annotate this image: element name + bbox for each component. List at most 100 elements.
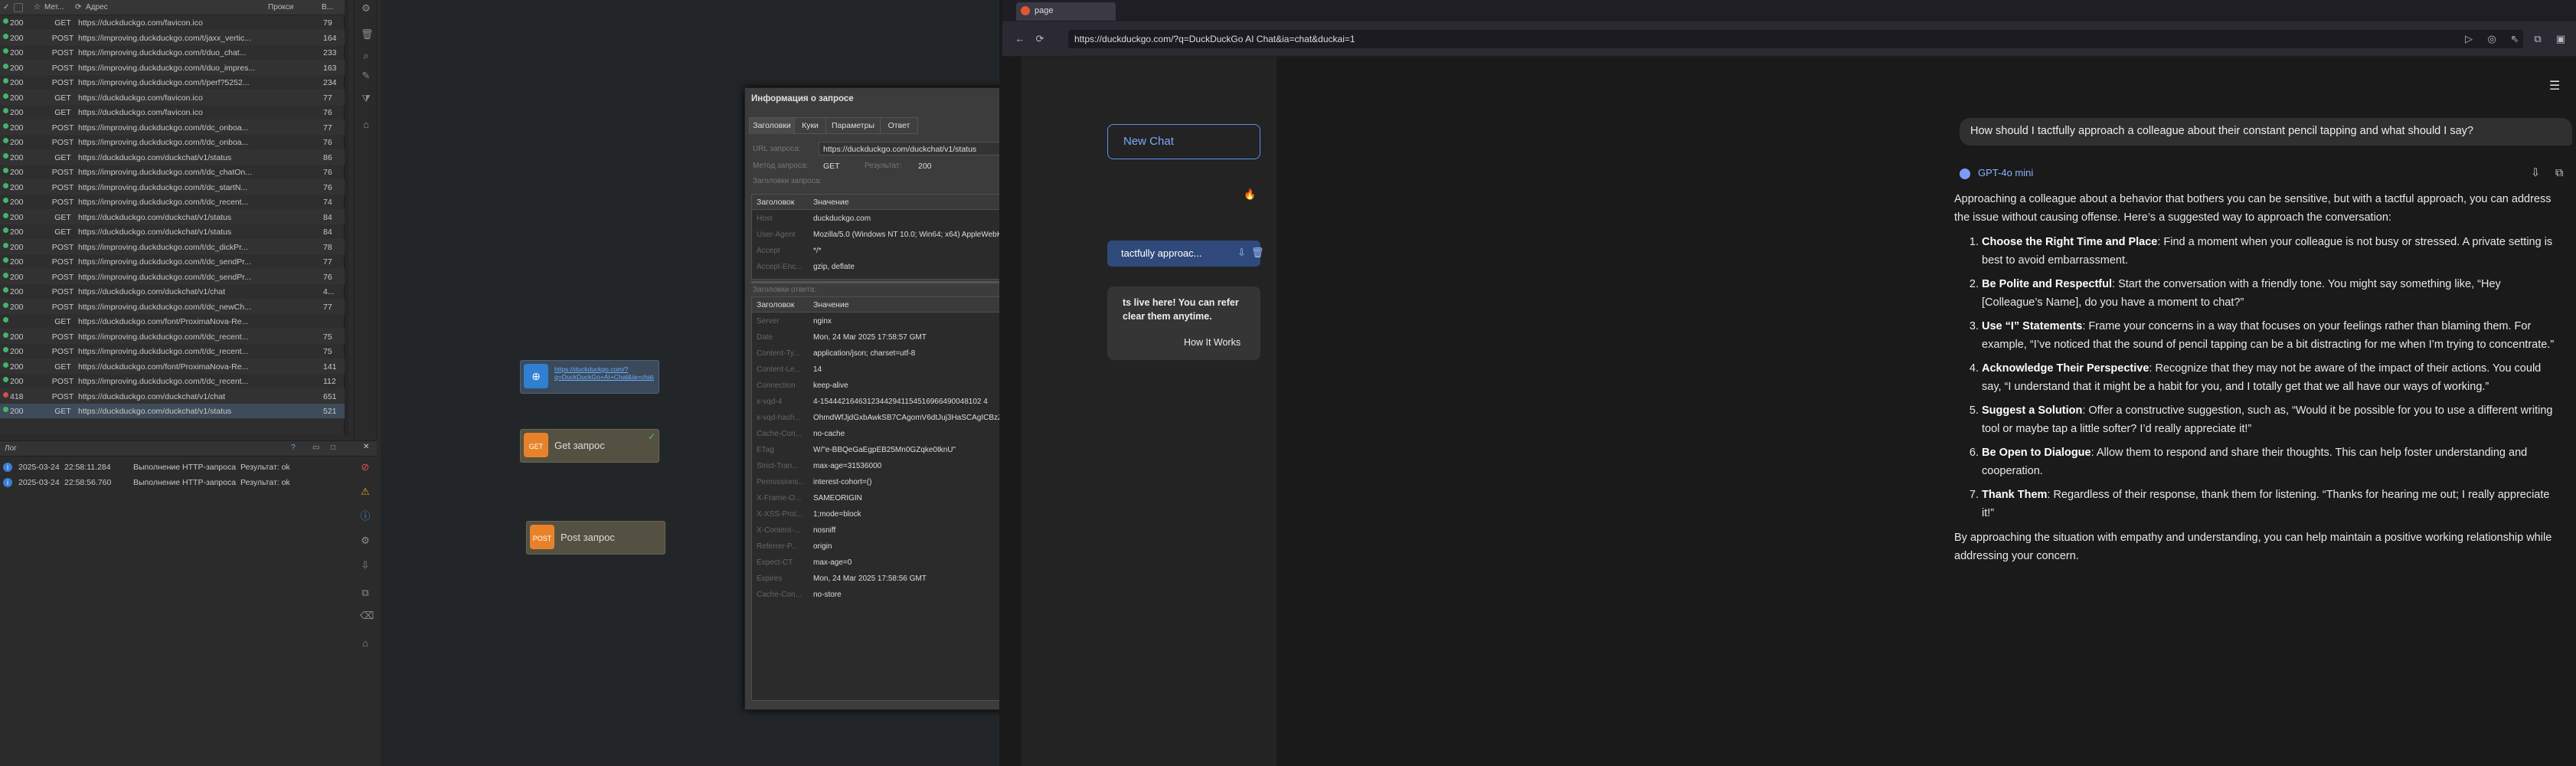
post-node-label: Post запрос	[561, 532, 615, 543]
settings-icon[interactable]: ⚙	[361, 3, 371, 14]
record-icon[interactable]: ◎	[2485, 32, 2499, 46]
desktop-root: ✓ ☆ Мет... ⟳ Адрес Прокси В... 200 GET htt…	[0, 0, 2576, 766]
trash-icon[interactable]: 🗑	[361, 29, 374, 40]
table-row[interactable]: 200 POST https://improving.duckduckgo.com/…	[0, 119, 345, 135]
download-icon[interactable]: ⇩	[1237, 247, 1246, 259]
banner-text: ts live here! You can refer clear them a…	[1123, 297, 1239, 322]
browser-tab[interactable]: page	[1016, 2, 1116, 21]
assistant-answer: Approaching a colleague about a behavior…	[1954, 190, 2559, 571]
status-code: 200	[10, 332, 24, 342]
table-row[interactable]: GET https://duckduckgo.com/font/ProximaNo…	[0, 314, 345, 329]
success-check-icon: ✓	[647, 431, 655, 442]
cursor-icon[interactable]: ⇖	[2508, 32, 2522, 46]
error-icon[interactable]: ⊘	[360, 462, 371, 473]
get-request-node[interactable]: GET Get запрос ✓	[520, 429, 659, 463]
table-row[interactable]: 200 POST https://improving.duckduckgo.com/…	[0, 60, 345, 75]
table-row[interactable]: 200 GET https://duckduckgo.com/duckchat/v1…	[0, 224, 345, 240]
post-request-node[interactable]: POST Post запрос	[526, 521, 665, 555]
status-code: 200	[10, 93, 24, 103]
table-row[interactable]: 200 GET https://duckduckgo.com/duckchat/v1…	[0, 404, 345, 419]
extension-icon[interactable]: ⧉	[2531, 32, 2545, 46]
url-input[interactable]: https://duckduckgo.com/?q=DuckDuckGo AI …	[1068, 30, 2523, 48]
table-row[interactable]: 200 POST https://duckduckgo.com/duckchat/v…	[0, 284, 345, 300]
download-icon[interactable]: ⇩	[2531, 167, 2540, 179]
new-chat-button[interactable]: New Chat	[1107, 124, 1260, 159]
table-row[interactable]: 200 POST https://improving.duckduckgo.com/…	[0, 254, 345, 270]
tab-cookies[interactable]: Куки	[794, 117, 826, 134]
copy-icon[interactable]: ⧉	[360, 588, 371, 598]
help-icon[interactable]: ?	[291, 444, 296, 452]
url-cell: https://duckduckgo.com/duckchat/v1/chat	[78, 391, 226, 401]
link-node[interactable]: ⊕ https://duckduckgo.com/?q=DuckDuckGo+A…	[520, 360, 659, 394]
table-row[interactable]: 200 GET https://duckduckgo.com/favicon.ico…	[0, 105, 345, 120]
log-row[interactable]: i 2025-03-24 22:58:56.760 Выполнение HTTP-з…	[0, 475, 352, 490]
reload-icon[interactable]: ⟳	[1033, 32, 1047, 46]
copy-icon[interactable]: ⧉	[2555, 167, 2563, 179]
tab-headers[interactable]: Заголовки	[749, 117, 795, 134]
screenshot-icon[interactable]: ▣	[2554, 32, 2568, 46]
filter-icon[interactable]: ⧩	[361, 93, 371, 104]
back-icon[interactable]: ←	[1013, 32, 1027, 46]
table-row[interactable]: 200 GET https://duckduckgo.com/favicon.ico…	[0, 15, 345, 31]
check-icon[interactable]: ✓	[3, 3, 9, 11]
table-row[interactable]: 200 POST https://improving.duckduckgo.com/…	[0, 269, 345, 284]
export-icon[interactable]: ⇩	[360, 560, 371, 571]
table-row[interactable]: 200 POST https://improving.duckduckgo.com/…	[0, 75, 345, 90]
minimize-icon[interactable]: ▭	[312, 444, 319, 452]
status-code: 418	[10, 391, 24, 401]
clear-icon[interactable]: ⌫	[360, 611, 374, 621]
recent-chat-item[interactable]: tactfully approac... ⇩ 🗑	[1107, 241, 1264, 267]
tab-params[interactable]: Параметры	[825, 117, 881, 134]
trash-icon[interactable]: 🗑	[1251, 247, 1264, 259]
table-row[interactable]: 200 POST https://improving.duckduckgo.com/…	[0, 299, 345, 314]
address-bar: ← ⟳ https://duckduckgo.com/?q=DuckDuckGo…	[1002, 21, 2576, 57]
table-row[interactable]: 200 POST https://improving.duckduckgo.com/…	[0, 239, 345, 254]
table-row[interactable]: 200 POST https://improving.duckduckgo.com/…	[0, 374, 345, 389]
edit-icon[interactable]: ✎	[361, 70, 371, 81]
info-icon[interactable]: ⓘ	[360, 511, 371, 522]
method-value: GET	[823, 162, 840, 171]
table-row[interactable]: 200 GET https://duckduckgo.com/favicon.ico…	[0, 90, 345, 105]
url-cell: https://improving.duckduckgo.com/t/dc_di…	[78, 242, 248, 252]
status-code: 200	[10, 182, 24, 192]
table-row[interactable]: 200 POST https://improving.duckduckgo.com/…	[0, 30, 345, 45]
log-time: 22:58:11.284	[64, 463, 111, 472]
col-method[interactable]: Мет...	[44, 3, 64, 11]
table-row[interactable]: 200 GET https://duckduckgo.com/duckchat/v1…	[0, 209, 345, 224]
url-cell: https://duckduckgo.com/font/ProximaNova-…	[78, 317, 249, 326]
play-icon[interactable]: ▷	[2462, 32, 2476, 46]
table-row[interactable]: 200 POST https://improving.duckduckgo.com/…	[0, 344, 345, 359]
warning-icon[interactable]: ⚠	[360, 486, 371, 497]
status-code: 200	[10, 242, 24, 252]
url-cell: https://improving.duckduckgo.com/t/dc_re…	[78, 347, 249, 356]
log-row[interactable]: i 2025-03-24 22:58:11.284 Выполнение HTTP-з…	[0, 460, 352, 475]
how-it-works-link[interactable]: How It Works	[1184, 337, 1241, 348]
maximize-icon[interactable]: □	[331, 444, 335, 452]
tag-icon[interactable]: ⌂	[360, 638, 371, 649]
table-row[interactable]: 200 GET https://duckduckgo.com/font/Proxim…	[0, 358, 345, 374]
table-row[interactable]: 200 POST https://improving.duckduckgo.com/…	[0, 329, 345, 344]
select-all-checkbox[interactable]	[14, 3, 23, 12]
answer-step: Use “I” Statements: Frame your concerns …	[1982, 317, 2559, 354]
table-row[interactable]: 200 POST https://improving.duckduckgo.com/…	[0, 179, 345, 195]
col-address[interactable]: Адрес	[86, 3, 108, 11]
answer-step: Thank Them: Regardless of their response…	[1982, 486, 2559, 522]
table-row[interactable]: 200 POST https://improving.duckduckgo.com/…	[0, 195, 345, 210]
search-icon[interactable]: ⌕	[361, 51, 371, 61]
fire-icon[interactable]: 🔥	[1244, 188, 1256, 201]
tab-response[interactable]: Ответ	[880, 117, 918, 134]
table-row[interactable]: 200 POST https://improving.duckduckgo.com/…	[0, 45, 345, 61]
node-link-text[interactable]: https://duckduckgo.com/?q=DuckDuckGo+AI+…	[554, 365, 654, 390]
col-proxy[interactable]: Прокси	[268, 3, 293, 11]
col-size[interactable]: В...	[322, 3, 333, 11]
table-row[interactable]: 418 POST https://duckduckgo.com/duckchat/v…	[0, 388, 345, 404]
log-result: Результат: ok	[240, 463, 290, 472]
table-row[interactable]: 200 POST https://improving.duckduckgo.com/…	[0, 135, 345, 150]
table-row[interactable]: 200 POST https://improving.duckduckgo.com/…	[0, 165, 345, 180]
result-label: Результат:	[865, 162, 902, 170]
log-panel: Лог ? ▭ □ ✕ i 2025-03-24 22:58:11.284 Выпол…	[0, 440, 377, 766]
table-row[interactable]: 200 GET https://duckduckgo.com/duckchat/v1…	[0, 149, 345, 165]
request-list-scrollbar[interactable]	[345, 0, 348, 435]
tag-icon[interactable]: ⌂	[361, 119, 371, 130]
debug-icon[interactable]: ⚙	[360, 535, 371, 546]
